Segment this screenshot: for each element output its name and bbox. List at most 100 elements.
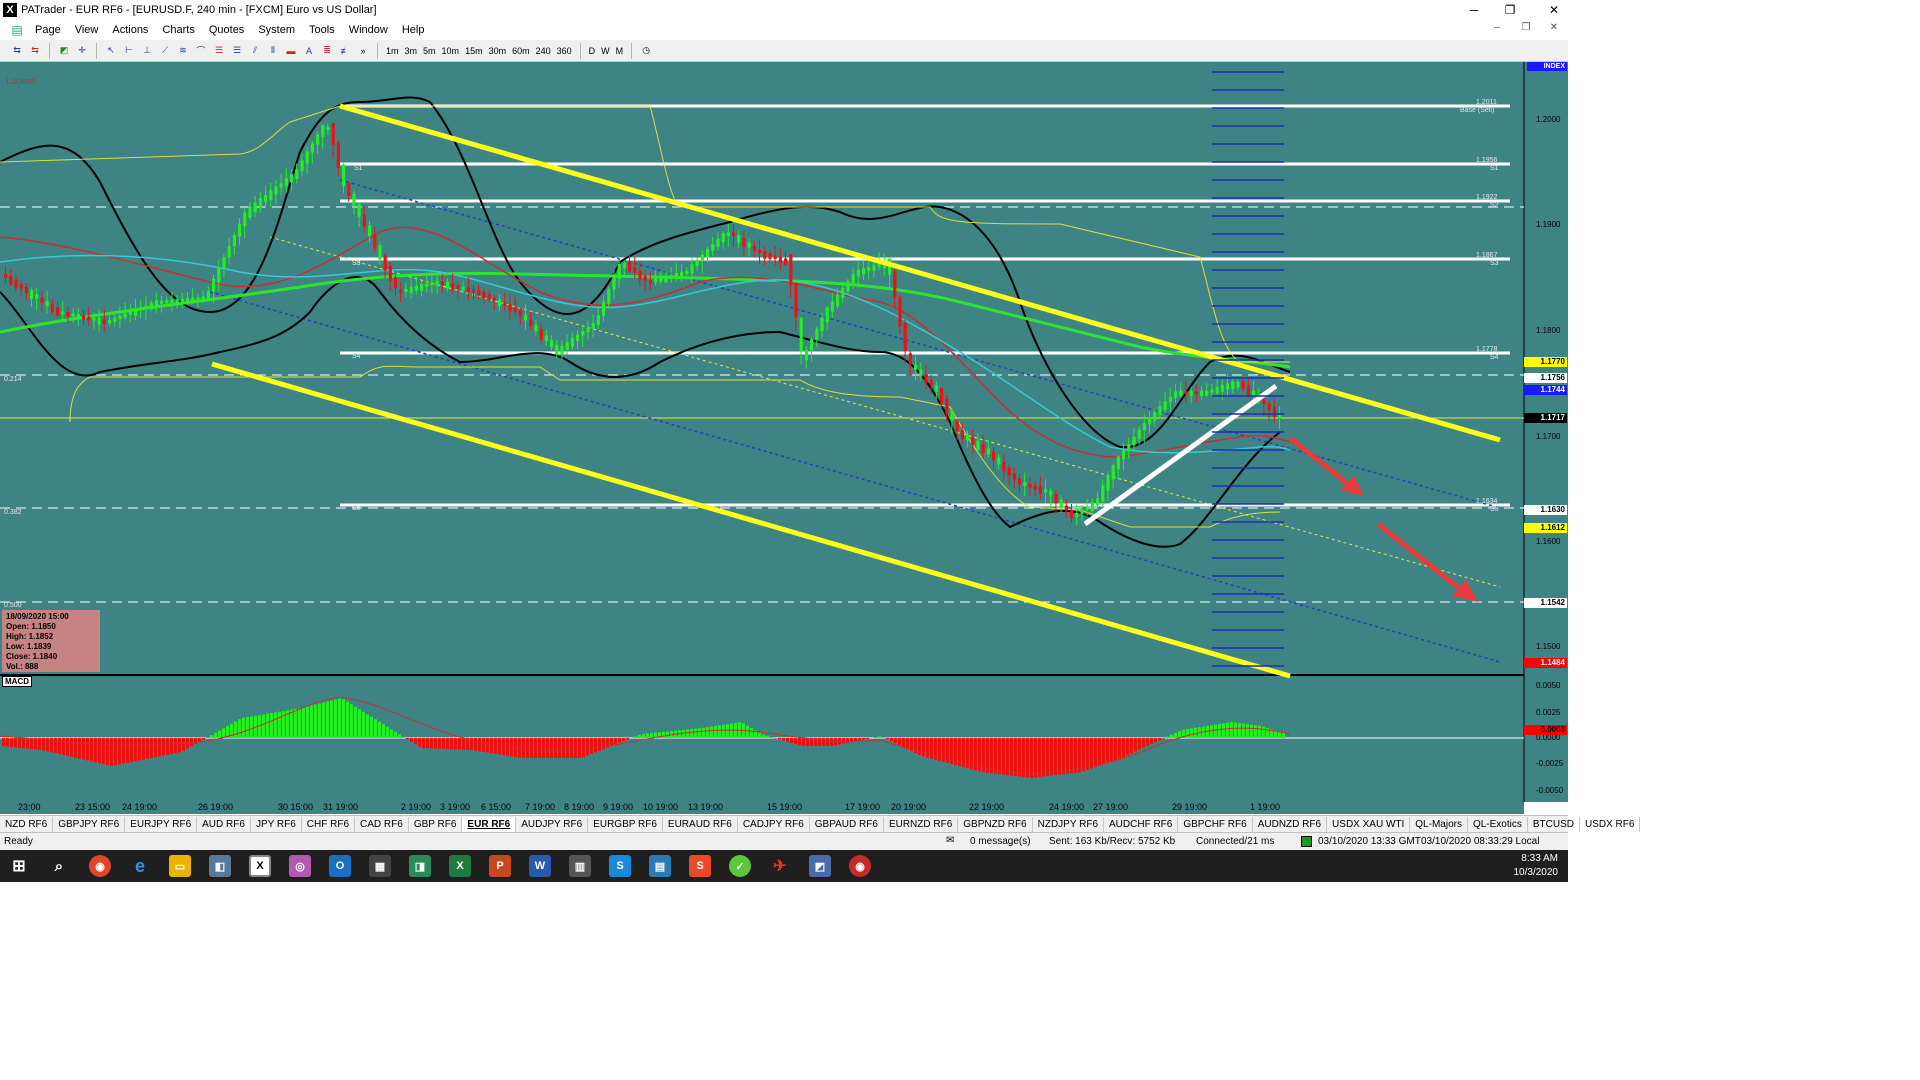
symbol-tab[interactable]: NZD RF6 (0, 816, 54, 832)
symbol-tab[interactable]: GBP RF6 (409, 816, 463, 832)
menu-view[interactable]: View (68, 24, 106, 36)
horizontal-line-icon[interactable]: ⊢ (121, 43, 137, 59)
app-icon[interactable]: ◧ (209, 855, 231, 877)
pitchfork-icon[interactable]: ≢ (337, 43, 353, 59)
symbol-tab[interactable]: JPY RF6 (251, 816, 302, 832)
candle-body (227, 246, 231, 258)
symbol-tab[interactable]: EURNZD RF6 (884, 816, 959, 832)
edge-icon[interactable]: e (129, 855, 151, 877)
symbol-tab[interactable]: CHF RF6 (302, 816, 356, 832)
app-icon[interactable]: ◉ (849, 855, 871, 877)
chart-canvas[interactable] (0, 62, 1568, 802)
symbol-tab[interactable]: AUDCHF RF6 (1104, 816, 1179, 832)
app-icon[interactable]: ▤ (649, 855, 671, 877)
menu-charts[interactable]: Charts (155, 24, 201, 36)
file-explorer-icon[interactable]: ▭ (169, 855, 191, 877)
chart-type-icon[interactable]: ◩ (56, 43, 72, 59)
period-daily[interactable]: D (586, 46, 599, 56)
symbol-tab[interactable]: GBPJPY RF6 (53, 816, 126, 832)
symbol-tab[interactable]: EUR RF6 (462, 816, 517, 832)
rectangle-icon[interactable]: ▬ (283, 43, 299, 59)
timeframe-1m[interactable]: 1m (383, 46, 402, 56)
app-icon[interactable]: ✈ (769, 855, 791, 877)
timeframe-15m[interactable]: 15m (462, 46, 486, 56)
app-icon[interactable]: ◩ (809, 855, 831, 877)
pointer-icon[interactable]: ↖ (103, 43, 119, 59)
symbol-tab[interactable]: EURAUD RF6 (663, 816, 738, 832)
timeframe-240[interactable]: 240 (533, 46, 554, 56)
chrome-icon[interactable]: ◉ (89, 855, 111, 877)
menu-window[interactable]: Window (342, 24, 395, 36)
symbol-tab[interactable]: EURGBP RF6 (588, 816, 663, 832)
app-icon[interactable]: ▥ (569, 855, 591, 877)
price-chart[interactable]: Locked INDEX 0.214 0.382 0.500 S1 S3 S4 … (0, 62, 1568, 802)
mail-icon[interactable]: ✉ (946, 835, 954, 846)
link-blue-icon[interactable]: ⇆ (9, 43, 25, 59)
taskbar-clock[interactable]: 8:33 AM 10/3/2020 (1514, 852, 1559, 880)
menu-quotes[interactable]: Quotes (202, 24, 251, 36)
close-button[interactable]: ✕ (1532, 0, 1576, 20)
maximize-button[interactable]: ❐ (1488, 0, 1532, 20)
period-weekly[interactable]: W (598, 46, 613, 56)
app-icon[interactable]: ◨ (409, 855, 431, 877)
vertical-line-icon[interactable]: ⊥ (139, 43, 155, 59)
app-icon[interactable]: ✓ (729, 855, 751, 877)
word-icon[interactable]: W (529, 855, 551, 877)
excel-icon[interactable]: X (449, 855, 471, 877)
cycle-lines-icon[interactable]: ⦀ (265, 43, 281, 59)
windows-start-icon[interactable]: ⊞ (8, 855, 30, 877)
symbol-tab[interactable]: EURJPY RF6 (125, 816, 198, 832)
symbol-tab[interactable]: CAD RF6 (355, 816, 409, 832)
time-axis[interactable]: 23:00 23 15:00 24 19:00 26 19:00 30 15:0… (0, 802, 1524, 814)
powerpoint-icon[interactable]: P (489, 855, 511, 877)
menu-page[interactable]: Page (28, 24, 68, 36)
timeframe-5m[interactable]: 5m (420, 46, 439, 56)
timeframe-60m[interactable]: 60m (509, 46, 533, 56)
text-tool-icon[interactable]: A (301, 43, 317, 59)
patrader-icon[interactable]: X (249, 855, 271, 877)
symbol-tab[interactable]: NZDJPY RF6 (1033, 816, 1105, 832)
symbol-tab[interactable]: GBPNZD RF6 (958, 816, 1033, 832)
channel-icon[interactable]: ≣ (319, 43, 335, 59)
outlook-icon[interactable]: O (329, 855, 351, 877)
link-red-icon[interactable]: ⇆ (27, 43, 43, 59)
timeframe-30m[interactable]: 30m (486, 46, 510, 56)
photos-icon[interactable]: ◎ (289, 855, 311, 877)
mdi-restore-button[interactable]: ❐ (1515, 22, 1537, 37)
gann-fan-icon[interactable]: ⫽ (247, 43, 263, 59)
snagit-icon[interactable]: S (609, 855, 631, 877)
menu-help[interactable]: Help (395, 24, 432, 36)
timeframe-360[interactable]: 360 (554, 46, 575, 56)
mdi-minimize-button[interactable]: – (1486, 22, 1508, 37)
timeframe-10m[interactable]: 10m (439, 46, 463, 56)
fib-retracement-icon[interactable]: ☰ (211, 43, 227, 59)
menu-system[interactable]: System (251, 24, 302, 36)
calculator-icon[interactable]: ▦ (369, 855, 391, 877)
mdi-close-button[interactable]: ✕ (1543, 22, 1565, 37)
symbol-tab[interactable]: CADJPY RF6 (738, 816, 810, 832)
fib-extension-icon[interactable]: ☰ (229, 43, 245, 59)
symbol-tab[interactable]: USDX XAU WTI (1327, 816, 1411, 832)
symbol-tab[interactable]: QL-Majors (1410, 816, 1468, 832)
timeframe-3m[interactable]: 3m (402, 46, 421, 56)
symbol-tab[interactable]: QL-Exotics (1468, 816, 1528, 832)
menu-actions[interactable]: Actions (105, 24, 155, 36)
period-monthly[interactable]: M (613, 46, 627, 56)
symbol-tab[interactable]: AUD RF6 (197, 816, 251, 832)
crosshair-icon[interactable]: ✛ (74, 43, 90, 59)
fib-fan-icon[interactable]: ≋ (175, 43, 191, 59)
symbol-tab[interactable]: AUDNZD RF6 (1253, 816, 1328, 832)
symbol-tab[interactable]: GBPAUD RF6 (810, 816, 884, 832)
app-icon[interactable]: S (689, 855, 711, 877)
toolbar-overflow-icon[interactable]: » (355, 43, 371, 59)
symbol-tab[interactable]: AUDJPY RF6 (516, 816, 589, 832)
symbol-tab[interactable]: BTCUSD (1528, 816, 1580, 832)
trendline-icon[interactable]: ⟋ (157, 43, 173, 59)
chart-page-icon[interactable]: ▤ (6, 23, 28, 37)
clock-icon[interactable]: ◷ (638, 43, 654, 59)
symbol-tab[interactable]: GBPCHF RF6 (1178, 816, 1253, 832)
menu-tools[interactable]: Tools (302, 24, 342, 36)
symbol-tab[interactable]: USDX RF6 (1580, 816, 1641, 832)
search-icon[interactable]: ⌕ (48, 855, 70, 877)
fib-arc-icon[interactable]: ⌒ (193, 43, 209, 59)
